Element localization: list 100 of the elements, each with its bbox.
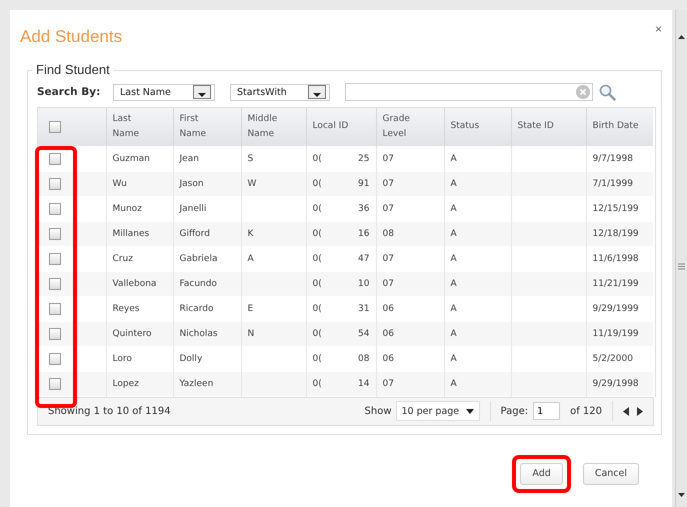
table-cell: 07 — [382, 178, 394, 188]
table-cell: A — [450, 354, 457, 364]
table-cell: S — [248, 154, 254, 164]
close-button[interactable]: × — [652, 22, 664, 36]
table-cell: Munoz — [112, 204, 142, 214]
table-cell: Gabriela — [180, 254, 218, 264]
dialog-button[interactable]: Add — [520, 462, 563, 484]
table-cell: Loro — [112, 354, 132, 364]
table-cell: Vallebona — [112, 278, 156, 288]
per-page-dropdown[interactable]: 10 per page — [396, 401, 480, 421]
table-cell: Millanes — [112, 228, 150, 238]
table-cell: 0( — [312, 228, 322, 238]
table-cell: 0( — [312, 328, 322, 338]
checkbox[interactable] — [49, 178, 61, 190]
checkbox[interactable] — [49, 278, 61, 290]
table-cell: A — [450, 154, 457, 164]
table-cell: 06 — [382, 304, 394, 314]
table-cell: W — [248, 178, 256, 188]
checkbox[interactable] — [49, 120, 61, 133]
table-cell: 16 — [358, 228, 370, 238]
table-cell: 0( — [312, 354, 322, 364]
table-cell: A — [450, 254, 457, 264]
column-header[interactable]: Status — [450, 119, 480, 134]
search-by-label: Search By: — [37, 86, 102, 98]
table-cell: 14 — [358, 378, 370, 388]
table-cell: Nicholas — [180, 328, 218, 338]
table-cell: 0( — [312, 378, 322, 388]
checkbox[interactable] — [49, 378, 61, 390]
table-cell: N — [248, 328, 254, 338]
table-cell: 12/15/199 — [592, 204, 639, 214]
table-cell: A — [450, 204, 457, 214]
checkbox[interactable] — [49, 302, 61, 314]
table-cell: Jean — [180, 154, 199, 164]
table-cell: Ricardo — [180, 304, 214, 314]
table-cell: 5/2/2000 — [592, 354, 633, 364]
table-cell: 7/1/1999 — [592, 178, 633, 188]
field-dropdown[interactable]: Last Name — [113, 84, 215, 100]
table-cell: Dolly — [180, 354, 202, 364]
table-cell: Wu — [112, 178, 127, 188]
checkbox[interactable] — [49, 328, 61, 340]
table-cell: K — [248, 228, 254, 238]
table-cell: 07 — [382, 254, 394, 264]
table-cell: E — [248, 304, 254, 314]
scroll-down-icon[interactable] — [678, 493, 685, 497]
table-cell: A — [248, 254, 254, 264]
table-cell: 25 — [358, 154, 370, 164]
table-cell: A — [450, 178, 457, 188]
table-cell: 9/29/1999 — [592, 304, 639, 314]
table-cell: 08 — [382, 228, 394, 238]
previous-page-icon[interactable] — [623, 406, 629, 416]
scrollbar[interactable] — [675, 10, 687, 507]
table-cell: 54 — [358, 328, 370, 338]
search-field[interactable] — [345, 83, 593, 101]
table-cell: 0( — [312, 254, 322, 264]
table-cell: A — [450, 328, 457, 338]
page-label: Page: — [500, 406, 528, 416]
table-cell: 0( — [312, 304, 322, 314]
table-cell: 11/19/199 — [592, 328, 639, 338]
table-cell: 11/21/199 — [592, 278, 639, 288]
checkbox[interactable] — [49, 252, 61, 264]
table-cell: Jason — [180, 178, 204, 188]
dialog-title: Add Students — [20, 27, 122, 47]
table-cell: Cruz — [112, 254, 133, 264]
next-page-icon[interactable] — [637, 406, 643, 416]
table-cell: A — [450, 278, 457, 288]
table-cell: 0( — [312, 278, 322, 288]
table-cell: 0( — [312, 154, 322, 164]
scroll-up-icon[interactable] — [678, 35, 685, 39]
checkbox[interactable] — [49, 352, 61, 364]
table-cell: 06 — [382, 328, 394, 338]
table-cell: 08 — [358, 354, 370, 364]
checkbox[interactable] — [49, 228, 61, 240]
match-dropdown[interactable]: StartsWith — [230, 84, 330, 100]
table-cell: 06 — [382, 354, 394, 364]
table-cell: Gifford — [180, 228, 210, 238]
table-cell: Lopez — [112, 378, 139, 388]
table-cell: 31 — [358, 304, 370, 314]
table-cell: 36 — [358, 204, 370, 214]
scroll-grip-icon[interactable] — [678, 262, 685, 270]
table-cell: Janelli — [180, 204, 206, 214]
search-icon[interactable] — [599, 84, 616, 100]
table-cell: 9/7/1998 — [592, 154, 633, 164]
table-cell: 10 — [358, 278, 370, 288]
checkbox[interactable] — [49, 152, 61, 164]
table-cell: 0( — [312, 178, 322, 188]
clear-icon[interactable] — [576, 85, 590, 99]
record-count: Showing 1 to 10 of 1194 — [48, 406, 171, 416]
panel-legend: Find Student — [32, 62, 114, 77]
checkbox[interactable] — [49, 202, 61, 214]
table-cell: 91 — [358, 178, 370, 188]
page-field[interactable]: 1 — [533, 402, 560, 420]
table-cell: A — [450, 228, 457, 238]
table-cell: 47 — [358, 254, 370, 264]
table-cell: 07 — [382, 278, 394, 288]
dialog-button[interactable]: Cancel — [582, 462, 639, 484]
caret-icon — [466, 408, 474, 414]
table-cell: Reyes — [112, 304, 140, 314]
table-cell: A — [450, 304, 457, 314]
column-header[interactable]: State ID — [518, 119, 554, 134]
table-cell: 07 — [382, 378, 394, 388]
